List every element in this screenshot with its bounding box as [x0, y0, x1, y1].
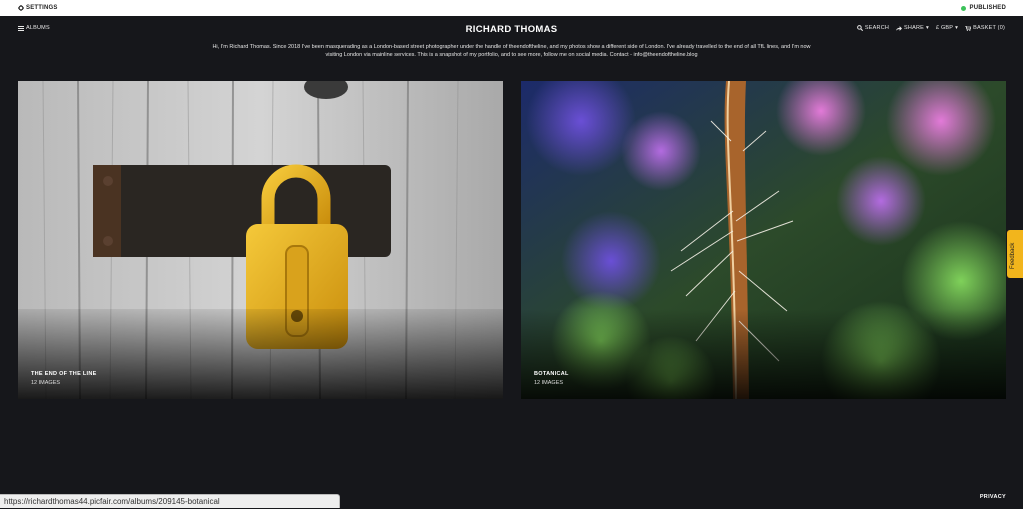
share-button[interactable]: SHARE ▾ [896, 25, 929, 31]
header-actions: SEARCH SHARE ▾ £ GBP ▾ BASKET (0) [857, 25, 1005, 31]
share-arrow-icon [896, 25, 903, 31]
browser-status-url: https://richardthomas44.picfair.com/albu… [0, 494, 340, 508]
search-label: SEARCH [864, 25, 890, 31]
share-chevron-down-icon: ▾ [926, 25, 929, 31]
published-label: PUBLISHED [969, 5, 1006, 11]
album-image-count: 12 IMAGES [534, 380, 564, 386]
feedback-tab[interactable]: Feedback [1007, 230, 1023, 278]
settings-label: SETTINGS [26, 5, 58, 11]
currency-chevron-down-icon: ▾ [955, 25, 959, 31]
basket-label: BASKET (0) [973, 25, 1005, 31]
intro-text: Hi, I'm Richard Thomas. Since 2018 I've … [170, 43, 853, 59]
album-title: BOTANICAL [534, 371, 569, 377]
search-button[interactable]: SEARCH [857, 25, 889, 31]
intro-line: visiting London via mainline services. T… [325, 52, 698, 58]
album-image-count: 12 IMAGES [31, 380, 61, 386]
admin-topbar: SETTINGS PUBLISHED [0, 0, 1023, 16]
album-card-botanical[interactable]: BOTANICAL 12 IMAGES [521, 81, 1006, 399]
settings-button[interactable]: SETTINGS [18, 5, 58, 11]
gear-icon [18, 5, 24, 11]
album-title: THE END OF THE LINE [31, 371, 97, 377]
album-card-the-end-of-the-line[interactable]: THE END OF THE LINE 12 IMAGES [18, 81, 503, 399]
basket-icon [965, 25, 972, 31]
basket-button[interactable]: BASKET (0) [965, 25, 1005, 31]
share-label: SHARE [904, 25, 924, 31]
feedback-label: Feedback [1010, 242, 1016, 269]
search-icon [857, 25, 863, 31]
currency-label: £ GBP [935, 25, 954, 31]
album-caption-gradient [521, 309, 1006, 399]
privacy-link[interactable]: PRIVACY [980, 494, 1006, 500]
currency-selector[interactable]: £ GBP ▾ [936, 25, 958, 31]
album-caption-gradient [18, 309, 503, 399]
published-status-dot-icon [960, 5, 966, 11]
intro-line: Hi, I'm Richard Thomas. Since 2018 I've … [212, 44, 811, 50]
published-status[interactable]: PUBLISHED [960, 5, 1006, 11]
